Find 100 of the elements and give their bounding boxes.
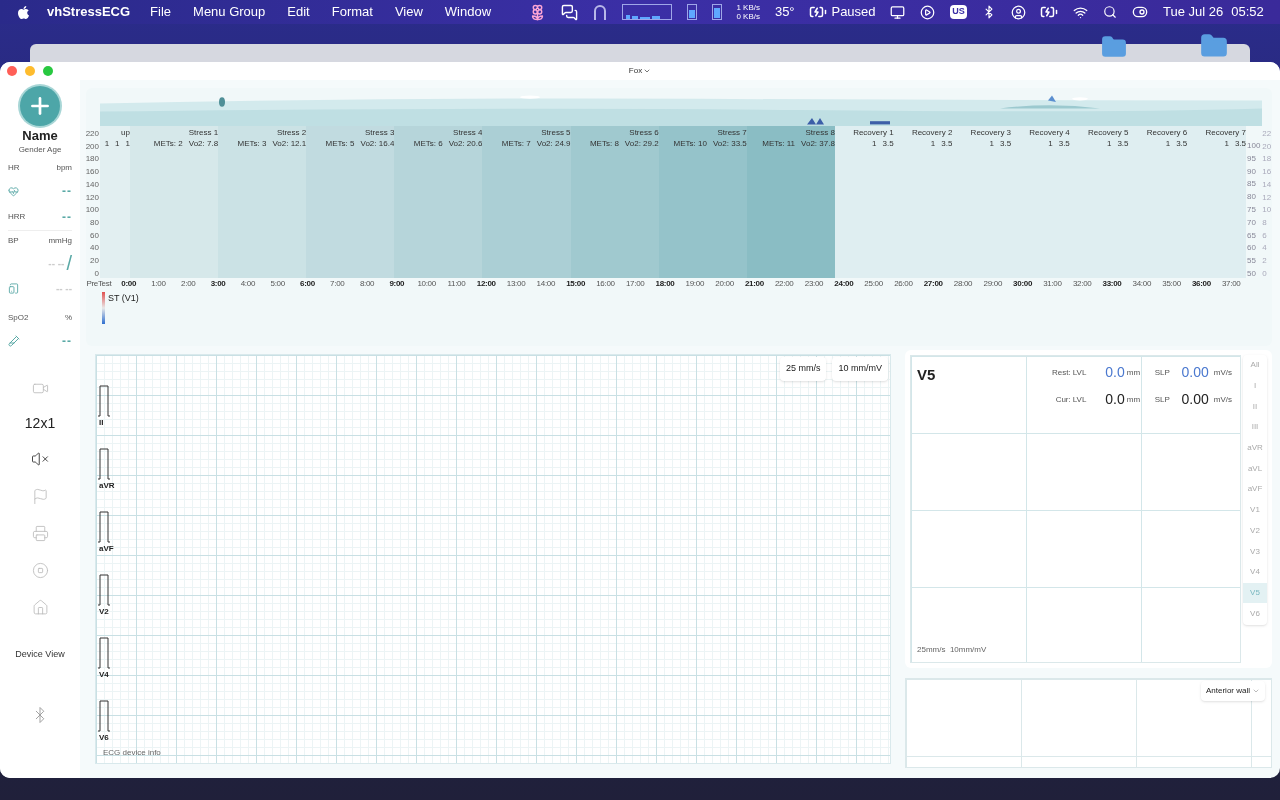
memory-gauge-icon[interactable] bbox=[686, 4, 697, 20]
stage-name: Recovery 6 bbox=[1146, 127, 1188, 138]
app-name[interactable]: vhStressECG bbox=[47, 2, 131, 22]
user-icon[interactable] bbox=[1010, 4, 1026, 20]
time-tick: 32:00 bbox=[1071, 278, 1093, 290]
apple-icon[interactable] bbox=[16, 4, 31, 20]
mute-icon[interactable] bbox=[31, 450, 49, 468]
cpu-graph-icon[interactable] bbox=[621, 4, 672, 20]
time-tick: 25:00 bbox=[863, 278, 884, 290]
chevron-icon[interactable] bbox=[643, 67, 652, 75]
time-tick: 9:00 bbox=[388, 278, 406, 290]
layout-mode-button[interactable]: 12x1 bbox=[24, 413, 56, 434]
time-tick: 35:00 bbox=[1161, 278, 1182, 290]
right-axis-tick: 6 bbox=[1262, 231, 1268, 240]
time-tick: 6:00 bbox=[299, 278, 316, 290]
y-axis-tick: 60 bbox=[90, 231, 99, 240]
chat-icon[interactable] bbox=[561, 3, 578, 21]
time-tick: 19:00 bbox=[684, 278, 706, 290]
device-icon bbox=[8, 283, 19, 294]
region-dropdown[interactable]: Anterior wall bbox=[1201, 681, 1265, 701]
right-axis-tick: 22 bbox=[1262, 130, 1272, 138]
time-tick: 21:00 bbox=[743, 278, 765, 290]
control-center-icon[interactable] bbox=[1132, 4, 1149, 20]
time-tick: 13:00 bbox=[505, 278, 527, 290]
row-label: Rest: bbox=[1051, 366, 1071, 379]
stage-metric: METs: 11 bbox=[762, 138, 796, 149]
time-tick: 0:00 bbox=[120, 278, 138, 290]
arch-icon[interactable] bbox=[592, 4, 607, 20]
media-status[interactable]: Paused bbox=[831, 2, 876, 22]
disk-gauge-icon[interactable] bbox=[711, 4, 722, 20]
menu-item[interactable]: Format bbox=[331, 2, 373, 22]
gain-button[interactable]: 10 mm/mV bbox=[832, 357, 888, 381]
time-tick: 22:00 bbox=[773, 278, 795, 290]
stage-name: Stress 6 bbox=[629, 127, 659, 138]
lead-label: II bbox=[98, 417, 104, 429]
play-icon[interactable] bbox=[920, 4, 936, 20]
lead-title: V5 bbox=[917, 365, 936, 385]
time-tick: 3:00 bbox=[209, 278, 227, 290]
clock-text[interactable]: 05:52 bbox=[1231, 2, 1264, 22]
stage-metric: 1 bbox=[1165, 138, 1171, 149]
stage-metric: Vo2: 33.5 bbox=[712, 138, 747, 149]
input-source[interactable]: US bbox=[950, 5, 967, 19]
stage-name: Stress 1 bbox=[188, 127, 219, 138]
stage-metric: 1 bbox=[1106, 138, 1112, 149]
time-tick: 17:00 bbox=[624, 278, 646, 290]
menu-item[interactable]: Window bbox=[444, 2, 492, 22]
time-tick: 1:00 bbox=[150, 278, 167, 290]
date-text[interactable]: Tue Jul 26 bbox=[1163, 2, 1224, 22]
window-title[interactable]: Fox bbox=[628, 65, 643, 77]
download-rate[interactable]: 0 KB/s bbox=[736, 12, 760, 21]
upload-rate[interactable]: 1 KB/s bbox=[736, 3, 760, 12]
stage-metric: 1 bbox=[1048, 138, 1053, 149]
lead-label: V6 bbox=[98, 732, 109, 744]
speed-button[interactable]: 25 mm/s bbox=[779, 357, 827, 381]
menu-item[interactable]: Menu Group bbox=[193, 2, 266, 22]
right-axis-tick: 55 bbox=[1247, 257, 1257, 266]
display-icon[interactable] bbox=[890, 4, 906, 20]
stage-metric: 3.5 bbox=[1058, 138, 1070, 149]
device-view-button[interactable]: Device View bbox=[15, 648, 65, 662]
close-button[interactable] bbox=[7, 66, 17, 76]
stage-name: Recovery 2 bbox=[911, 127, 953, 138]
stage-metric: METs: 6 bbox=[413, 138, 443, 149]
y-axis-tick: 40 bbox=[90, 244, 99, 253]
time-tick: 15:00 bbox=[565, 278, 587, 290]
slp-label: SLP bbox=[1154, 366, 1171, 379]
right-axis-tick: 100 bbox=[1247, 142, 1261, 150]
stage-metric: 1 bbox=[115, 138, 120, 149]
wifi-icon[interactable] bbox=[1073, 4, 1089, 20]
color-scale-icon bbox=[102, 292, 105, 324]
time-tick: 27:00 bbox=[922, 278, 944, 290]
y-axis-tick: 200 bbox=[85, 142, 99, 151]
search-icon[interactable] bbox=[1103, 5, 1118, 19]
time-tick: 26:00 bbox=[893, 278, 914, 290]
vital-label: BP bbox=[8, 235, 19, 247]
add-patient-button[interactable] bbox=[20, 86, 60, 126]
right-axis-tick: 12 bbox=[1262, 193, 1272, 202]
stage-metric: 1 bbox=[989, 138, 994, 149]
stage-name: Stress 3 bbox=[365, 127, 395, 138]
menu-item[interactable]: View bbox=[394, 2, 423, 22]
menu-item[interactable]: Edit bbox=[287, 2, 310, 22]
stage-metric: METs: 2 bbox=[153, 138, 183, 149]
lead-label: aVR bbox=[98, 480, 115, 492]
y-axis-tick: 20 bbox=[90, 257, 99, 266]
right-axis-tick: 14 bbox=[1262, 180, 1272, 189]
stage-metric: Vo2: 37.8 bbox=[801, 138, 835, 149]
lead-label: aVF bbox=[98, 543, 114, 555]
stage-metric: 3.5 bbox=[882, 138, 894, 149]
stage-metric: 1 bbox=[930, 138, 936, 149]
stage-name: Recovery 1 bbox=[853, 127, 894, 138]
menu-item[interactable]: File bbox=[150, 2, 172, 22]
y-axis-tick: 140 bbox=[85, 180, 99, 189]
right-axis-tick: 10 bbox=[1262, 206, 1272, 215]
temperature-reading[interactable]: 35° bbox=[774, 2, 795, 22]
vital-label: SpO2 bbox=[8, 312, 29, 324]
time-tick: 28:00 bbox=[952, 278, 974, 290]
stage-name: Recovery 7 bbox=[1205, 127, 1246, 138]
stage-metric: METs: 3 bbox=[237, 138, 267, 149]
stage-metric: METs: 5 bbox=[325, 138, 355, 149]
stage-name: Stress 7 bbox=[717, 127, 747, 138]
time-tick: 2:00 bbox=[180, 278, 197, 290]
